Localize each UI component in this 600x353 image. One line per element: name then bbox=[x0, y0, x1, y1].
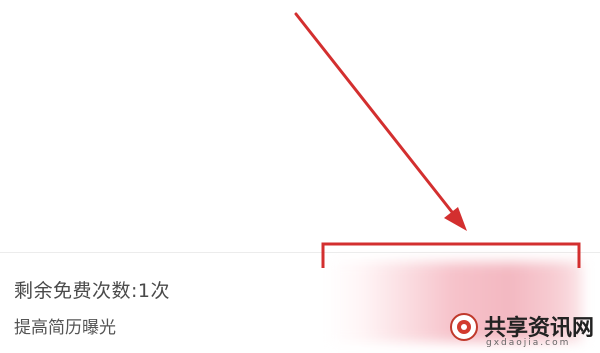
annotation-arrow-line bbox=[294, 12, 454, 214]
annotation-arrow-head bbox=[444, 207, 467, 231]
watermark: 共享资讯网 gxdaojia.com bbox=[446, 310, 596, 350]
circle-logo-icon bbox=[450, 313, 478, 341]
annotation-overlay bbox=[294, 12, 581, 268]
app-screen: 剩余免费次数:1次 提高简历曝光 共享资讯网 gxdaojia.com bbox=[0, 0, 600, 353]
annotation-bracket bbox=[321, 242, 581, 268]
watermark-domain: gxdaojia.com bbox=[486, 338, 571, 348]
